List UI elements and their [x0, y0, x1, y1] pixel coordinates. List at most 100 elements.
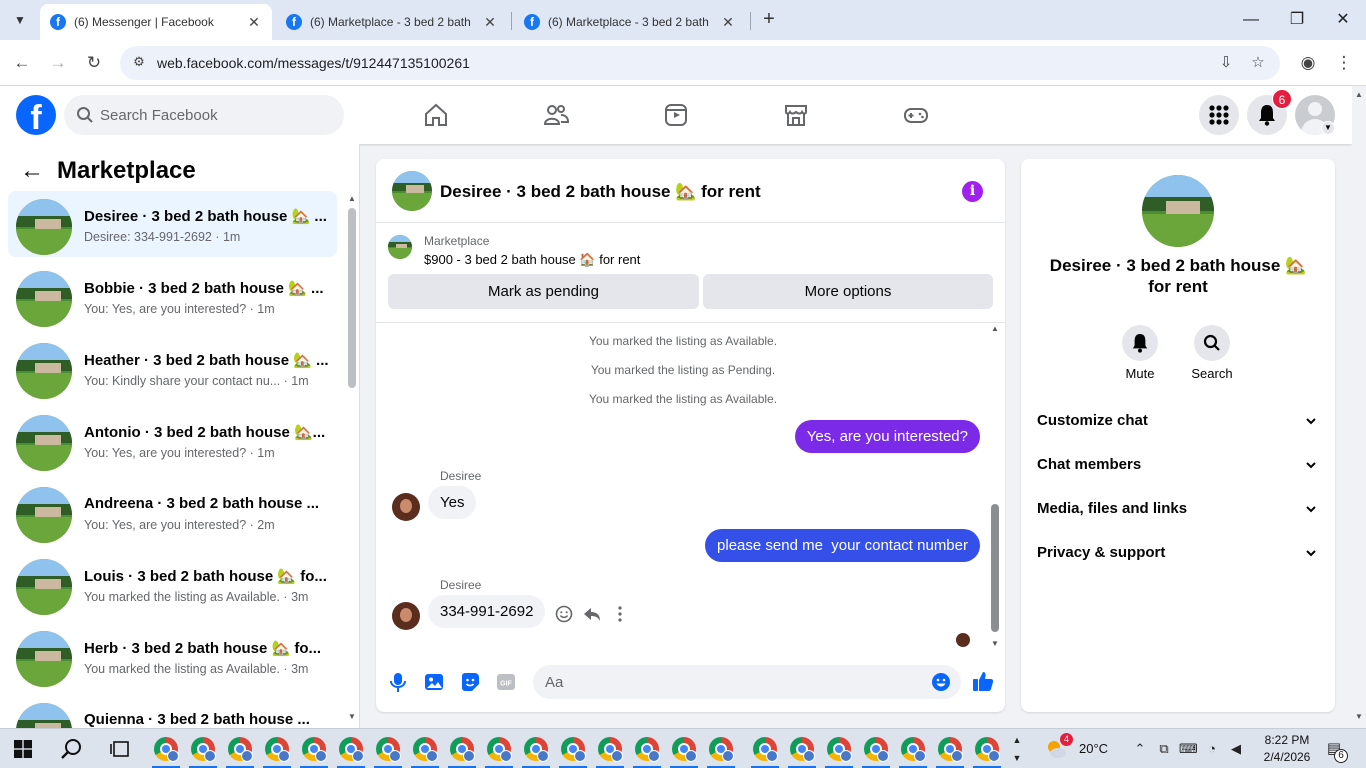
chat-members-row[interactable]: Chat members	[1029, 443, 1327, 487]
video-icon[interactable]	[662, 101, 690, 129]
chrome-icon[interactable]	[938, 737, 963, 762]
wifi-icon[interactable]: ◔	[1203, 740, 1221, 758]
chrome-icon[interactable]	[302, 737, 327, 762]
home-icon[interactable]	[422, 101, 450, 129]
scroll-up-arrow-icon[interactable]: ▲	[1354, 90, 1364, 99]
conversation-item[interactable]: Bobbie · 3 bed 2 bath house 🏡 ... You: Y…	[8, 263, 337, 329]
site-settings-icon[interactable]: ⚙	[130, 54, 148, 72]
more-options-button[interactable]: More options	[703, 274, 993, 309]
search-input[interactable]	[100, 95, 330, 135]
browser-tab-marketplace-2[interactable]: f (6) Marketplace - 3 bed 2 bath ✕	[514, 4, 746, 40]
bookmark-star-icon[interactable]: ☆	[1248, 53, 1268, 73]
customize-chat-row[interactable]: Customize chat	[1029, 399, 1327, 443]
close-tab-icon[interactable]: ✕	[246, 14, 262, 31]
scroll-up-arrow-icon[interactable]: ▲	[990, 324, 1000, 333]
microphone-icon[interactable]	[387, 671, 409, 693]
listing-title[interactable]: $900 - 3 bed 2 bath house 🏠 for rent	[424, 252, 640, 268]
sidebar-scrollbar[interactable]: ▲ ▼	[347, 194, 357, 728]
taskbar-scroll-down-icon[interactable]: ▼	[1008, 749, 1026, 767]
taskbar-scroll-up-icon[interactable]: ▲	[1008, 731, 1026, 749]
message-input[interactable]	[545, 665, 915, 699]
react-emoji-icon[interactable]	[554, 604, 574, 624]
chrome-icon[interactable]	[598, 737, 623, 762]
conversation-avatar[interactable]	[1142, 175, 1214, 247]
conversation-item[interactable]: Heather · 3 bed 2 bath house 🏡 ... You: …	[8, 335, 337, 401]
conversation-item[interactable]: Antonio · 3 bed 2 bath house 🏡... You: Y…	[8, 407, 337, 473]
marketplace-icon[interactable]	[782, 101, 810, 129]
temperature[interactable]: 20°C	[1079, 741, 1108, 756]
task-view-icon[interactable]	[108, 737, 132, 761]
reply-icon[interactable]	[582, 604, 602, 624]
windows-start-icon[interactable]	[14, 740, 32, 758]
chrome-icon[interactable]	[228, 737, 253, 762]
friends-icon[interactable]	[542, 101, 570, 129]
scrollbar-thumb[interactable]	[348, 208, 356, 388]
chrome-icon[interactable]	[790, 737, 815, 762]
facebook-search[interactable]	[64, 95, 344, 135]
chrome-icon[interactable]	[864, 737, 889, 762]
privacy-support-row[interactable]: Privacy & support	[1029, 531, 1327, 575]
photo-icon[interactable]	[423, 671, 445, 693]
close-tab-icon[interactable]: ✕	[720, 14, 736, 31]
chrome-icon[interactable]	[672, 737, 697, 762]
contact-avatar[interactable]	[392, 602, 420, 630]
input-method-icon[interactable]: ⌨	[1179, 740, 1198, 758]
gif-icon[interactable]: GIF	[495, 671, 517, 693]
scroll-down-arrow-icon[interactable]: ▼	[1354, 712, 1364, 721]
incoming-message[interactable]: 334-991-2692	[428, 595, 546, 628]
scrollbar-thumb[interactable]	[991, 504, 999, 632]
chrome-icon[interactable]	[191, 737, 216, 762]
reload-icon[interactable]: ↻	[82, 51, 106, 75]
thumbs-up-icon[interactable]	[972, 670, 994, 692]
chrome-icon[interactable]	[413, 737, 438, 762]
search-icon[interactable]	[60, 737, 84, 761]
close-tab-icon[interactable]: ✕	[482, 14, 498, 31]
tab-search-chevron-icon[interactable]: ▼	[8, 8, 32, 32]
conversation-item[interactable]: Quienna · 3 bed 2 bath house ...	[8, 695, 337, 728]
restore-icon[interactable]: ❐	[1282, 6, 1312, 34]
sticker-icon[interactable]	[459, 671, 481, 693]
install-app-icon[interactable]: ⇩	[1216, 53, 1236, 73]
outgoing-message[interactable]: please send me your contact number	[705, 529, 980, 562]
conversation-item[interactable]: Andreena · 3 bed 2 bath house ... You: Y…	[8, 479, 337, 545]
chrome-icon[interactable]	[561, 737, 586, 762]
scroll-down-arrow-icon[interactable]: ▼	[347, 712, 357, 721]
conversation-item[interactable]: Desiree · 3 bed 2 bath house 🏡 ... Desir…	[8, 191, 337, 257]
conversation-item[interactable]: Louis · 3 bed 2 bath house 🏡 fo... You m…	[8, 551, 337, 617]
chat-scrollbar[interactable]: ▲ ▼	[989, 324, 1001, 654]
mute-button[interactable]: Mute	[1110, 325, 1170, 385]
clock-time[interactable]: 8:22 PM	[1252, 733, 1322, 747]
new-tab-plus-icon[interactable]: +	[758, 8, 780, 32]
back-arrow-icon[interactable]: ←	[10, 51, 34, 75]
search-conversation-button[interactable]: Search	[1182, 325, 1242, 385]
volume-icon[interactable]: ◀	[1227, 740, 1245, 758]
clock-date[interactable]: 2/4/2026	[1252, 750, 1322, 764]
back-arrow-icon[interactable]: ←	[20, 159, 44, 184]
scroll-up-arrow-icon[interactable]: ▲	[347, 194, 357, 203]
meet-now-icon[interactable]: ⧉	[1155, 740, 1173, 758]
chevron-down-icon[interactable]: ▼	[1321, 121, 1335, 135]
browser-menu-icon[interactable]: ⋮	[1332, 51, 1356, 75]
emoji-icon[interactable]	[931, 672, 951, 692]
chrome-icon[interactable]	[635, 737, 660, 762]
browser-tab-messenger[interactable]: f (6) Messenger | Facebook ✕	[40, 4, 272, 40]
chrome-icon[interactable]	[827, 737, 852, 762]
more-vertical-icon[interactable]	[610, 604, 630, 624]
forward-arrow-icon[interactable]: →	[46, 51, 70, 75]
chrome-icon[interactable]	[753, 737, 778, 762]
chrome-icon-active[interactable]	[709, 737, 734, 762]
show-hidden-icons-chevron-icon[interactable]: ⌃	[1131, 740, 1149, 758]
scroll-down-arrow-icon[interactable]: ▼	[990, 639, 1000, 648]
chrome-icon[interactable]	[524, 737, 549, 762]
chrome-icon[interactable]	[487, 737, 512, 762]
info-icon[interactable]: i	[962, 181, 983, 202]
contact-avatar[interactable]	[392, 493, 420, 521]
profile-account-icon[interactable]: ◉	[1296, 51, 1320, 75]
outgoing-message[interactable]: Yes, are you interested?	[794, 420, 980, 453]
mark-as-pending-button[interactable]: Mark as pending	[388, 274, 699, 309]
chrome-icon[interactable]	[265, 737, 290, 762]
chat-avatar[interactable]	[392, 171, 432, 211]
listing-thumbnail[interactable]	[388, 235, 412, 259]
facebook-logo-icon[interactable]: f	[16, 95, 56, 135]
browser-tab-marketplace-1[interactable]: f (6) Marketplace - 3 bed 2 bath ✕	[276, 4, 508, 40]
